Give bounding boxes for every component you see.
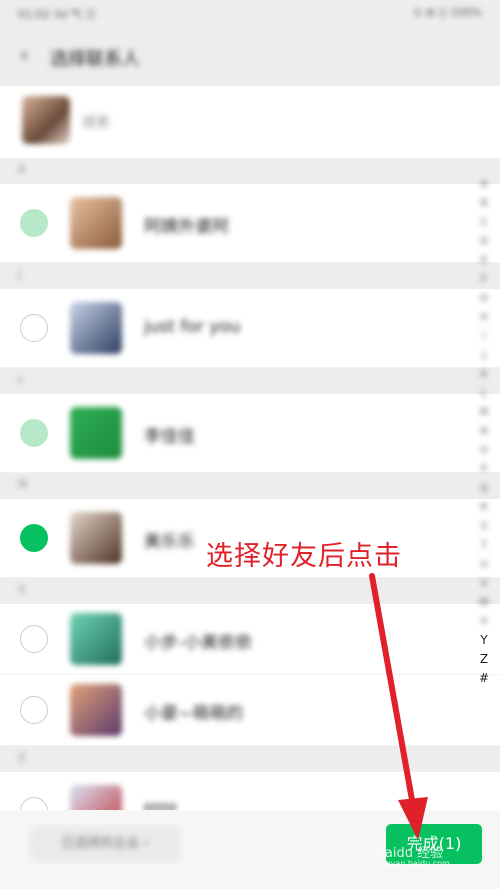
watermark-sub: jingyan.baidu.com [376,859,450,868]
baidu-watermark: Baidu 经验 jingyan.baidu.com [376,842,450,868]
annotation-arrow-icon [369,573,428,840]
